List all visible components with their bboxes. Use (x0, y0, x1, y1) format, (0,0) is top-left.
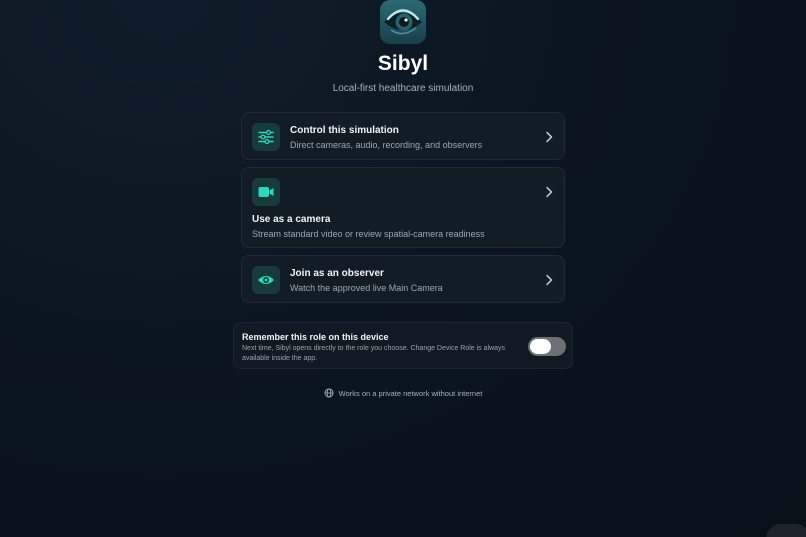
remember-role-panel: Remember this role on this device Next t… (233, 322, 573, 369)
chevron-right-icon (546, 186, 553, 198)
eye-icon (258, 276, 274, 284)
role-card-observer[interactable]: Join as an observer Watch the approved l… (241, 255, 565, 303)
corner-floating-button[interactable] (766, 524, 806, 537)
offline-note-text: Works on a private network without inter… (338, 388, 483, 398)
app-title: Sibyl (377, 52, 429, 75)
remember-role-toggle[interactable] (528, 337, 566, 356)
offline-note: Works on a private network without inter… (0, 388, 806, 398)
eye-logo-icon (384, 9, 422, 35)
role-description: Direct cameras, audio, recording, and ob… (290, 140, 483, 150)
role-icon-tile (252, 266, 280, 294)
remember-role-description: Next time, Sibyl opens directly to the r… (242, 345, 506, 362)
role-description: Watch the approved live Main Camera (290, 283, 443, 293)
app-logo (380, 0, 426, 44)
sliders-icon (258, 130, 274, 144)
role-card-control[interactable]: Control this simulation Direct cameras, … (241, 112, 565, 160)
chevron-right-icon (546, 274, 553, 286)
role-description: Stream standard video or review spatial-… (252, 229, 485, 239)
remember-role-title: Remember this role on this device (242, 332, 389, 342)
role-icon-tile (252, 123, 280, 151)
network-icon (324, 388, 334, 398)
video-camera-icon (258, 187, 274, 197)
role-card-camera[interactable]: Use as a camera Stream standard video or… (241, 167, 565, 248)
app-tagline: Local-first healthcare simulation (332, 83, 474, 94)
role-title: Use as a camera (252, 214, 331, 225)
role-title: Control this simulation (290, 125, 399, 136)
toggle-knob (530, 339, 551, 354)
role-icon-tile (252, 178, 280, 206)
chevron-right-icon (546, 131, 553, 143)
role-title: Join as an observer (290, 268, 384, 279)
